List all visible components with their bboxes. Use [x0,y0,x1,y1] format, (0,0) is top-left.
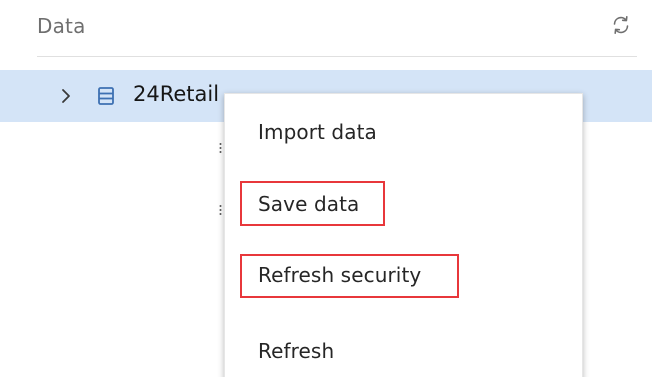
refresh-icon [610,14,632,40]
menu-item-label: Refresh [258,339,335,363]
menu-item-refresh[interactable]: Refresh [225,325,584,377]
header-divider [37,56,637,57]
menu-item-label: Save data [258,192,360,216]
menu-item-label: Import data [258,120,377,144]
hidden-row-marker [219,140,222,154]
menu-item-label: Refresh security [258,263,422,287]
database-icon [96,85,116,107]
refresh-button[interactable] [606,12,636,42]
data-panel: Data 24Retail Import data Save data Refr… [0,0,652,377]
menu-item-refresh-security[interactable]: Refresh security [225,248,584,304]
chevron-right-icon[interactable] [57,85,75,107]
context-menu: Import data Save data Refresh security R… [224,93,583,377]
panel-header: Data [0,0,652,56]
menu-item-import-data[interactable]: Import data [225,106,584,162]
menu-item-save-data[interactable]: Save data [225,180,584,236]
hidden-row-marker [219,202,222,216]
panel-title: Data [37,14,86,38]
tree-node-label: 24Retail [133,82,220,106]
